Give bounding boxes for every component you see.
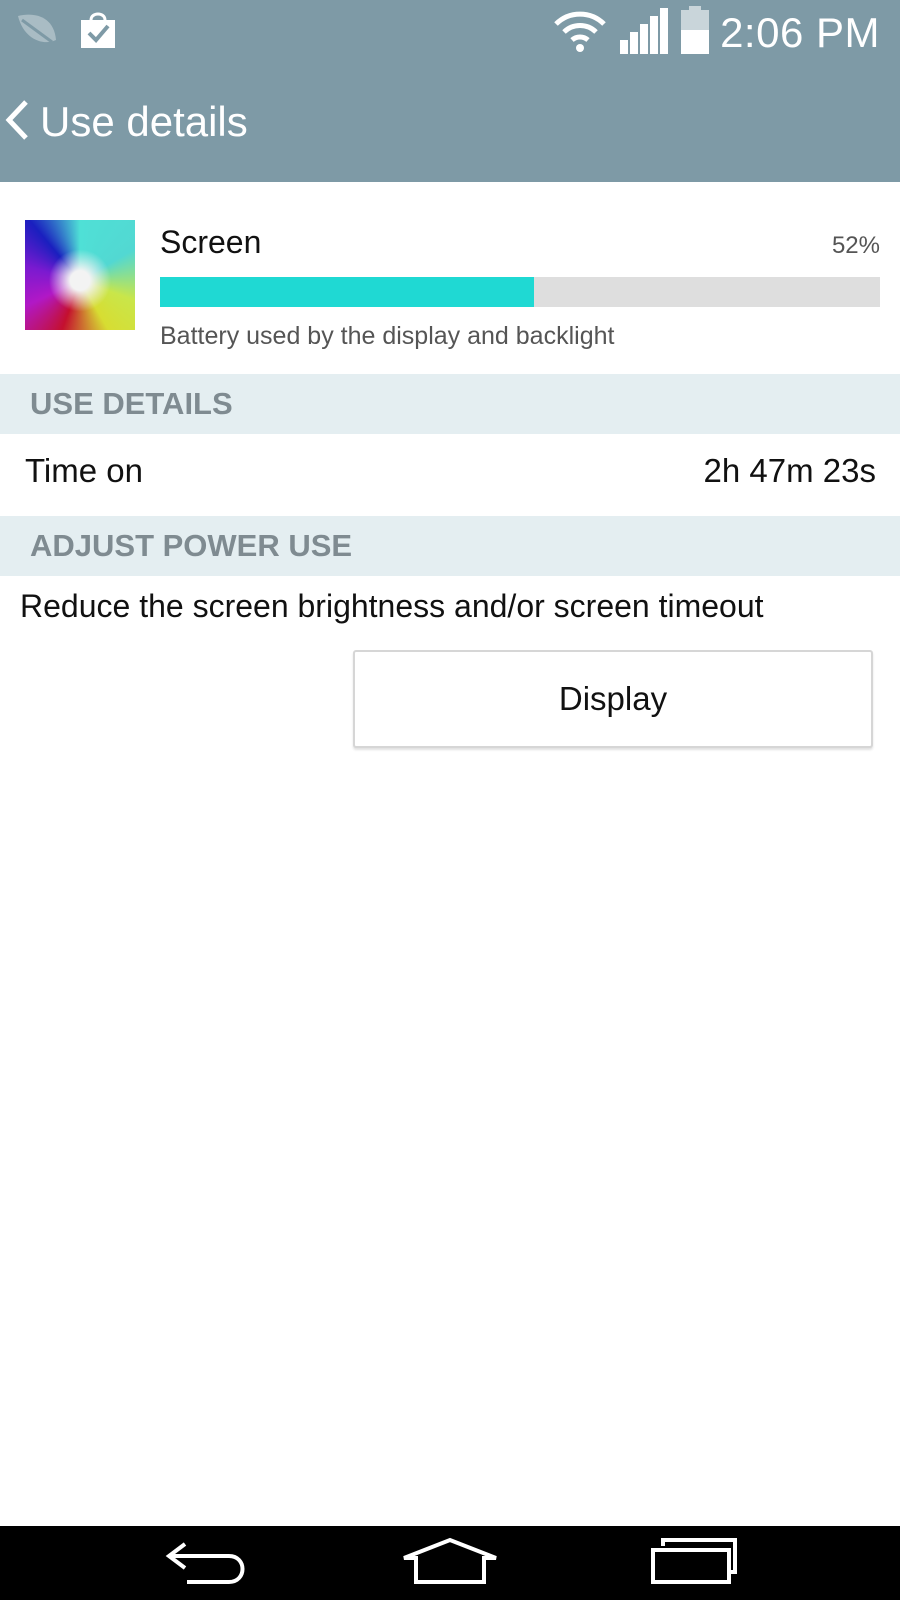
nav-back-button[interactable] xyxy=(138,1526,278,1600)
status-bar-right: 2:06 PM xyxy=(552,6,880,59)
back-button[interactable]: Use details xyxy=(0,62,248,182)
usage-progress-bar xyxy=(160,277,880,307)
leaf-icon xyxy=(14,10,60,55)
page-title[interactable]: Use details xyxy=(40,98,248,146)
section-title: USE DETAILS xyxy=(30,386,233,421)
detail-value: 2h 47m 23s xyxy=(703,452,876,489)
usage-progress-fill xyxy=(160,277,535,307)
section-title: ADJUST POWER USE xyxy=(30,528,353,563)
action-bar: Use details xyxy=(0,62,900,182)
section-header-use-details: USE DETAILS xyxy=(0,374,900,434)
usage-percent: 52% xyxy=(831,232,880,259)
battery-icon xyxy=(680,6,710,59)
wifi-icon xyxy=(552,8,608,57)
adjust-description: Reduce the screen brightness and/or scre… xyxy=(20,588,764,624)
chevron-left-icon[interactable] xyxy=(4,98,30,147)
detail-row-time-on: Time on 2h 47m 23s xyxy=(0,434,900,516)
home-icon[interactable] xyxy=(400,1536,500,1591)
nav-home-button[interactable] xyxy=(380,1526,520,1600)
status-bar: 2:06 PM xyxy=(0,0,900,62)
back-icon[interactable] xyxy=(163,1536,253,1591)
recent-apps-icon[interactable] xyxy=(649,1536,739,1591)
nav-recent-apps-button[interactable] xyxy=(624,1526,764,1600)
section-header-adjust-power: ADJUST POWER USE xyxy=(0,516,900,576)
summary-description: Battery used by the display and backligh… xyxy=(160,322,615,350)
detail-label: Time on xyxy=(25,452,143,489)
usage-summary: Screen 52% Battery used by the display a… xyxy=(0,182,900,374)
shopping-bag-check-icon xyxy=(78,10,118,55)
cellular-signal-icon xyxy=(618,6,670,59)
summary-title: Screen xyxy=(160,224,262,260)
display-settings-button[interactable]: Display xyxy=(353,650,873,748)
status-bar-left xyxy=(14,10,118,55)
status-time: 2:06 PM xyxy=(720,8,880,56)
screen-icon xyxy=(25,220,135,330)
navigation-bar xyxy=(0,1526,900,1600)
